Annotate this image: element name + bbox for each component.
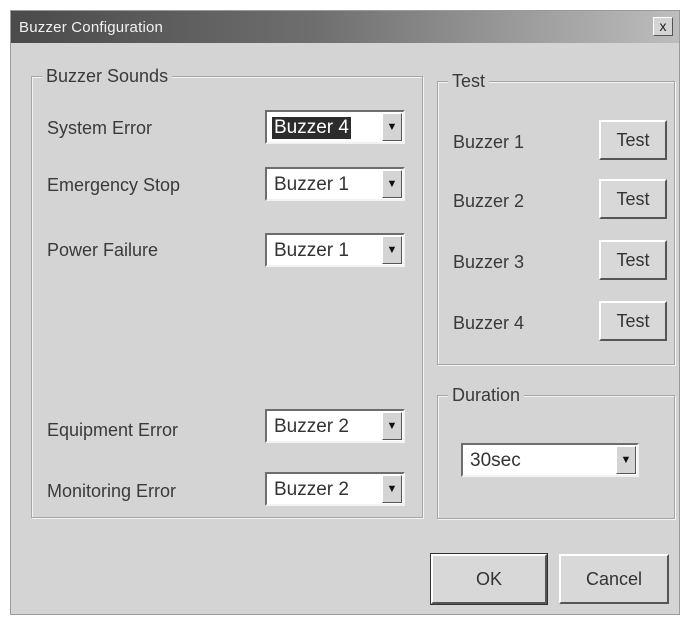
emergency-stop-value: Buzzer 1 bbox=[274, 174, 349, 195]
cancel-button-label: Cancel bbox=[585, 569, 643, 589]
close-button[interactable]: x bbox=[653, 17, 673, 36]
dropdown-arrow-icon[interactable]: ▼ bbox=[616, 446, 636, 474]
window-title: Buzzer Configuration bbox=[19, 19, 164, 36]
equipment-error-select[interactable]: Buzzer 2 ▼ bbox=[265, 409, 405, 443]
test-buzzer-3-button[interactable]: Test bbox=[599, 240, 667, 280]
buzzer-sounds-legend: Buzzer Sounds bbox=[42, 66, 173, 87]
test-buzzer-1-button[interactable]: Test bbox=[599, 120, 667, 160]
buzzer-4-label: Buzzer 4 bbox=[453, 313, 525, 333]
power-failure-value: Buzzer 1 bbox=[274, 240, 349, 261]
dropdown-arrow-icon[interactable]: ▼ bbox=[382, 170, 402, 198]
ok-button[interactable]: OK bbox=[430, 553, 548, 605]
monitoring-error-select[interactable]: Buzzer 2 ▼ bbox=[265, 472, 405, 506]
power-failure-label: Power Failure bbox=[47, 240, 159, 260]
equipment-error-label: Equipment Error bbox=[47, 420, 179, 440]
duration-legend: Duration bbox=[448, 385, 525, 406]
test-button-label: Test bbox=[616, 311, 650, 331]
dropdown-arrow-icon[interactable]: ▼ bbox=[382, 412, 402, 440]
equipment-error-value: Buzzer 2 bbox=[274, 416, 349, 437]
test-button-label: Test bbox=[616, 130, 650, 150]
buzzer-3-label: Buzzer 3 bbox=[453, 252, 525, 272]
ok-button-label: OK bbox=[475, 569, 502, 589]
close-icon: x bbox=[659, 18, 667, 34]
emergency-stop-select[interactable]: Buzzer 1 ▼ bbox=[265, 167, 405, 201]
buzzer-2-label: Buzzer 2 bbox=[453, 191, 525, 211]
buzzer-1-label: Buzzer 1 bbox=[453, 132, 525, 152]
emergency-stop-label: Emergency Stop bbox=[47, 175, 181, 195]
dropdown-arrow-icon[interactable]: ▼ bbox=[382, 236, 402, 264]
system-error-select[interactable]: Buzzer 4 ▼ bbox=[265, 110, 405, 144]
test-button-label: Test bbox=[616, 189, 650, 209]
test-buzzer-2-button[interactable]: Test bbox=[599, 179, 667, 219]
cancel-button[interactable]: Cancel bbox=[559, 554, 669, 604]
dropdown-arrow-icon[interactable]: ▼ bbox=[382, 475, 402, 503]
power-failure-select[interactable]: Buzzer 1 ▼ bbox=[265, 233, 405, 267]
monitoring-error-value: Buzzer 2 bbox=[274, 479, 349, 500]
dropdown-arrow-icon[interactable]: ▼ bbox=[382, 113, 402, 141]
title-bar[interactable]: Buzzer Configuration x bbox=[11, 11, 679, 43]
buzzer-configuration-dialog: Buzzer Configuration x Buzzer Sounds Sys… bbox=[10, 10, 680, 615]
system-error-label: System Error bbox=[47, 118, 153, 138]
duration-select[interactable]: 30sec ▼ bbox=[461, 443, 639, 477]
system-error-value: Buzzer 4 bbox=[272, 117, 351, 139]
duration-value: 30sec bbox=[470, 450, 521, 471]
monitoring-error-label: Monitoring Error bbox=[47, 481, 177, 501]
test-button-label: Test bbox=[616, 250, 650, 270]
test-buzzer-4-button[interactable]: Test bbox=[599, 301, 667, 341]
test-legend: Test bbox=[448, 71, 490, 92]
